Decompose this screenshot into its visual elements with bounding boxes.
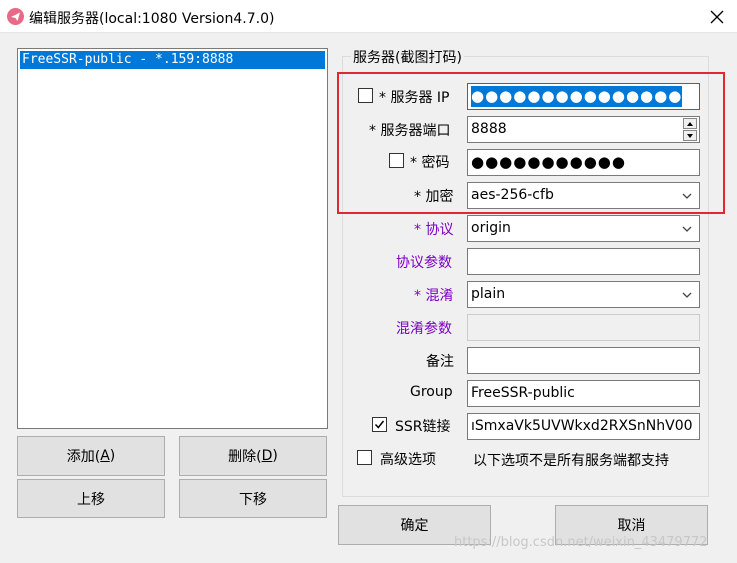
add-label: 添加( (66, 449, 101, 465)
server-list-item[interactable]: FreeSSR-public - *.159:8888 (20, 51, 325, 69)
title-bar: 编辑服务器(local:1080 Version4.7.0) (0, 0, 737, 33)
delete-close-paren: ) (272, 448, 278, 464)
chevron-down-icon (682, 226, 692, 232)
add-button[interactable]: 添加(A) (17, 436, 165, 476)
highlight-annotation-box (337, 72, 725, 214)
ssr-link-input[interactable]: ıSmxaVk5UVWkxd2RXSnNhV00 (467, 413, 700, 440)
window-title: 编辑服务器(local:1080 Version4.7.0) (29, 11, 275, 27)
protocol-label: * 协议 (414, 219, 453, 239)
move-up-button[interactable]: 上移 (17, 479, 165, 518)
protocol-value: origin (471, 220, 511, 236)
server-list[interactable]: FreeSSR-public - *.159:8888 (17, 48, 328, 429)
ssr-link-checkbox[interactable] (372, 417, 387, 432)
server-group-title: 服务器(截图打码) (351, 47, 464, 67)
ssr-link-label: SSR链接 (395, 419, 451, 435)
advanced-checkbox[interactable] (357, 450, 372, 465)
checkmark-icon (374, 420, 385, 429)
delete-label: 删除( (228, 449, 262, 465)
watermark: https://blog.csdn.net/weixin_43479772 (454, 535, 708, 550)
obfs-value: plain (471, 286, 506, 302)
required-mark: * (414, 222, 426, 238)
obfs-label-text: 混淆 (425, 288, 454, 304)
close-icon (710, 10, 724, 23)
protocol-param-label: 协议参数 (396, 255, 452, 271)
protocol-label-text: 协议 (425, 222, 454, 238)
group-label: Group (410, 384, 453, 400)
paper-plane-icon (7, 8, 24, 25)
remarks-input[interactable] (467, 347, 700, 374)
protocol-select[interactable]: origin (467, 215, 700, 242)
protocol-param-input[interactable] (467, 248, 700, 275)
obfs-select[interactable]: plain (467, 281, 700, 308)
move-down-button[interactable]: 下移 (179, 479, 327, 518)
close-button[interactable] (697, 0, 737, 33)
delete-accel-key: D (261, 448, 273, 464)
obfs-param-input (467, 314, 700, 341)
advanced-label: 高级选项 (380, 452, 436, 468)
remarks-label: 备注 (426, 354, 454, 370)
add-close-paren: ) (109, 448, 116, 464)
chevron-down-icon (682, 292, 692, 298)
required-mark: * (414, 288, 426, 304)
obfs-param-label: 混淆参数 (396, 321, 452, 337)
advanced-note: 以下选项不是所有服务端都支持 (473, 453, 669, 469)
add-accel-key: A (100, 448, 110, 464)
delete-button[interactable]: 删除(D) (179, 436, 327, 476)
obfs-label: * 混淆 (414, 285, 453, 305)
group-input[interactable]: FreeSSR-public (467, 380, 700, 407)
